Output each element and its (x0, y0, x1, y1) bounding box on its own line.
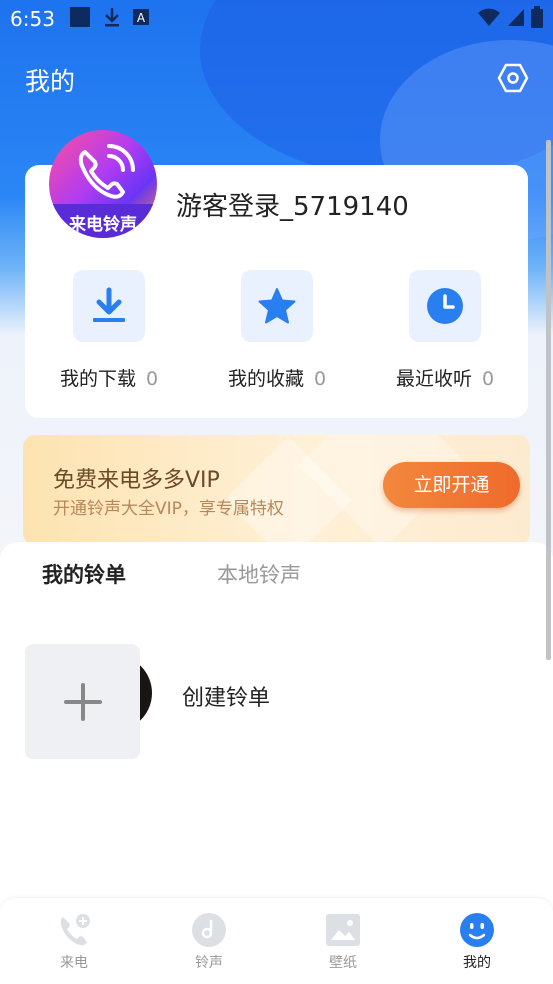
vip-activate-button[interactable]: 立即开通 (383, 462, 520, 508)
quick-action-count: 0 (145, 368, 159, 390)
quick-action-label: 我的下载 (59, 368, 136, 390)
plus-icon (63, 682, 102, 721)
vip-banner[interactable]: 免费来电多多VIP 开通铃声大全VIP，享专属特权 立即开通 (23, 435, 530, 545)
create-playlist-label[interactable]: 创建铃单 (182, 680, 270, 712)
status-time: 6:53 (10, 7, 55, 31)
nav-label: 壁纸 (329, 955, 357, 971)
svg-text:A: A (137, 11, 146, 25)
status-bar: 6:53 A (0, 0, 553, 38)
nav-item-wallpapers[interactable]: 壁纸 (298, 912, 388, 972)
vip-subtitle: 开通铃声大全VIP，享专属特权 (53, 499, 284, 519)
clock-icon (409, 270, 481, 342)
nav-label: 铃声 (195, 955, 223, 971)
star-icon (241, 270, 313, 342)
nav-item-mine[interactable]: 我的 (432, 912, 522, 972)
quick-action-label: 最近收听 (395, 368, 472, 390)
quick-action-label: 我的收藏 (227, 368, 304, 390)
my-downloads-button[interactable]: 我的下载 0 (49, 270, 169, 391)
nav-item-calls[interactable]: 来电 (29, 912, 119, 972)
music-disc-icon (192, 913, 226, 947)
vip-title: 免费来电多多VIP (53, 468, 220, 493)
nav-label: 我的 (463, 955, 491, 971)
settings-hexagon-icon[interactable] (497, 62, 529, 94)
battery-icon (531, 6, 543, 32)
signal-icon (507, 7, 525, 31)
download-icon (103, 6, 121, 32)
nav-label: 来电 (60, 955, 88, 971)
my-favorites-button[interactable]: 我的收藏 0 (217, 270, 337, 391)
face-icon (460, 913, 494, 947)
scrollbar[interactable] (546, 140, 551, 660)
image-icon (326, 914, 360, 946)
quick-action-count: 0 (481, 368, 495, 390)
quick-action-count: 0 (313, 368, 327, 390)
username[interactable]: 游客登录_5719140 (176, 186, 409, 223)
nav-item-ringtones[interactable]: 铃声 (164, 912, 254, 972)
download-icon (73, 270, 145, 342)
create-playlist-button[interactable] (25, 644, 140, 759)
phone-ring-icon (78, 144, 135, 199)
avatar-label: 来电铃声 (69, 215, 137, 235)
tab-local-ringtones[interactable]: 本地铃声 (217, 559, 301, 589)
square-notification-icon (69, 6, 91, 32)
phone-icon (60, 914, 90, 946)
page-title: 我的 (25, 67, 76, 96)
tab-my-playlists[interactable]: 我的铃单 (42, 559, 126, 589)
a-notification-icon: A (132, 9, 149, 29)
avatar[interactable]: 来电铃声 (49, 130, 157, 238)
recently-played-button[interactable]: 最近收听 0 (385, 270, 505, 391)
wifi-icon (477, 7, 501, 31)
